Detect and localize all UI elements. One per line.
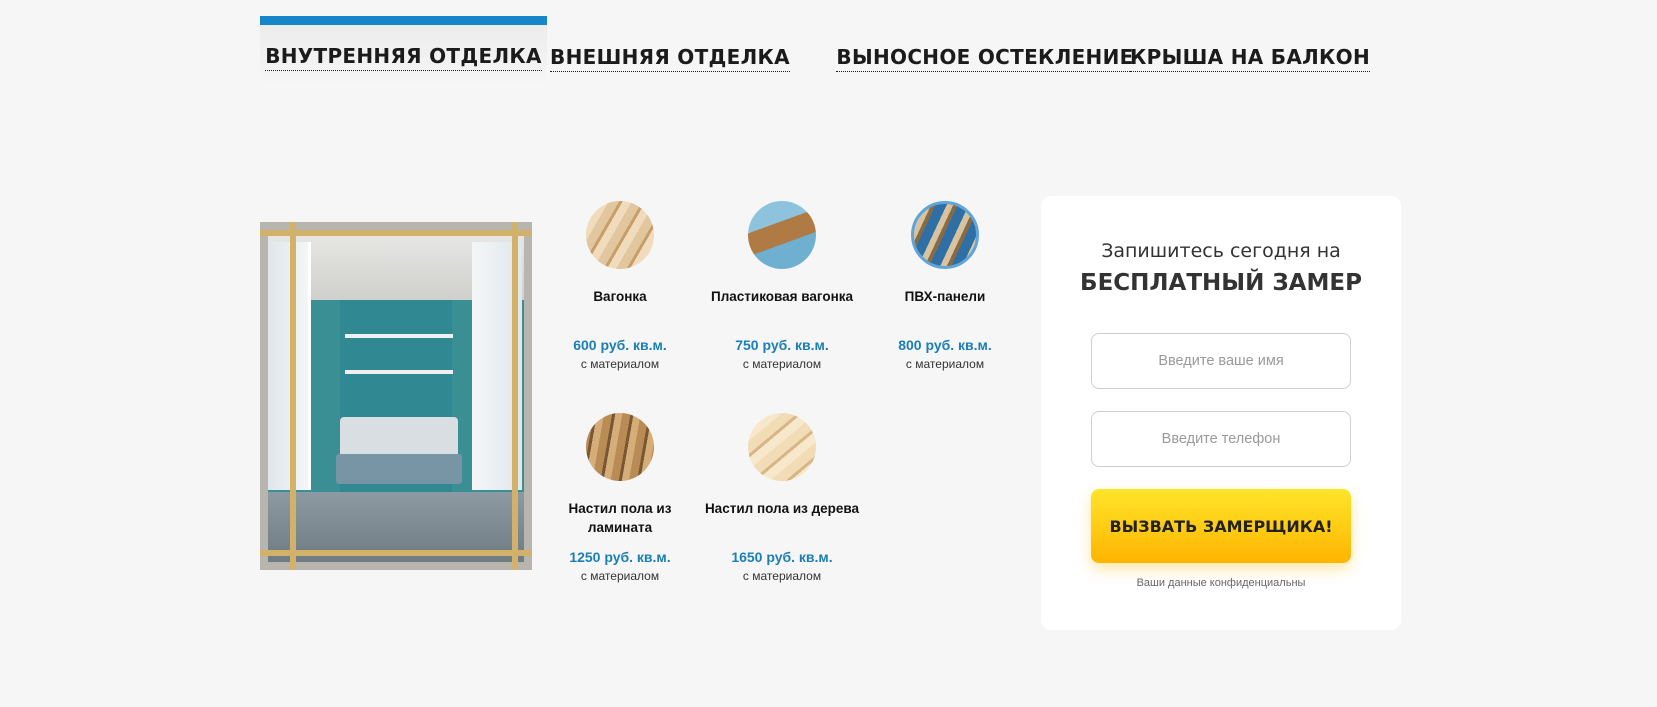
product-card[interactable]: Настил пола из ламината 1250 руб. кв.м. … [540,413,700,583]
pvc-panels-image [911,201,979,269]
product-note: с материалом [580,357,660,371]
balcony-shelf [345,370,453,374]
privacy-note: Ваши данные конфиденциальны [1136,577,1306,589]
laminate-floor-image [586,413,654,481]
product-name: Настил пола из ламината [568,501,672,535]
measurement-request-form: Запишитесь сегодня на БЕСПЛАТНЫЙ ЗАМЕР В… [1041,196,1401,630]
frame-beam [260,550,532,556]
product-card[interactable]: Настил пола из дерева 1650 руб. кв.м. с … [702,413,862,583]
frame-beam [260,230,532,236]
product-card[interactable]: ПВХ-панели 800 руб. кв.м. с материалом [865,201,1025,371]
call-measurer-button[interactable]: ВЫЗВАТЬ ЗАМЕРЩИКА! [1091,489,1351,563]
plastic-lining-image [748,201,816,269]
product-card[interactable]: Пластиковая вагонка 750 руб. кв.м. с мат… [702,201,862,371]
tab-label[interactable]: КРЫША НА БАЛКОН [1130,45,1370,72]
tab-label[interactable]: ВНУТРЕННЯЯ ОТДЕЛКА [265,44,542,71]
product-name: Вагонка [593,289,647,304]
tab-balcony-roof[interactable]: КРЫША НА БАЛКОН [1130,16,1370,86]
wood-floor-image [748,413,816,481]
product-price: 1650 руб. кв.м. [731,549,833,565]
tab-interior-finishing[interactable]: ВНУТРЕННЯЯ ОТДЕЛКА [260,16,547,86]
wood-lining-image [586,201,654,269]
frame-post [290,222,296,570]
tab-extended-glazing[interactable]: ВЫНОСНОЕ ОСТЕКЛЕНИЕ [836,16,1134,86]
form-subtitle: Запишитесь сегодня на [1101,240,1341,262]
product-name: Пластиковая вагонка [710,289,854,304]
phone-input[interactable] [1091,411,1351,467]
product-grid: Вагонка 600 руб. кв.м. с материалом Плас… [540,196,1020,616]
product-note: с материалом [742,569,822,583]
tab-label[interactable]: ВНЕШНЯЯ ОТДЕЛКА [550,45,790,72]
product-price: 750 руб. кв.м. [735,337,829,353]
balcony-interior-image [260,222,532,570]
product-note: с материалом [742,357,822,371]
product-note: с материалом [905,357,985,371]
product-card[interactable]: Вагонка 600 руб. кв.м. с материалом [540,201,700,371]
name-input[interactable] [1091,333,1351,389]
tab-label[interactable]: ВЫНОСНОЕ ОСТЕКЛЕНИЕ [836,45,1134,72]
product-price: 800 руб. кв.м. [898,337,992,353]
category-tabs: ВНУТРЕННЯЯ ОТДЕЛКА ВНЕШНЯЯ ОТДЕЛКА ВЫНОС… [260,16,1390,86]
product-name: ПВХ-панели [904,289,986,304]
product-note: с материалом [580,569,660,583]
balcony-shelf [345,334,453,338]
frame-post [512,222,518,570]
product-price: 1250 руб. кв.м. [569,549,671,565]
tab-exterior-finishing[interactable]: ВНЕШНЯЯ ОТДЕЛКА [550,16,790,86]
balcony-sofa-seat [336,454,462,484]
product-price: 600 руб. кв.м. [573,337,667,353]
product-name: Настил пола из дерева [704,501,860,516]
form-title: БЕСПЛАТНЫЙ ЗАМЕР [1080,270,1362,296]
